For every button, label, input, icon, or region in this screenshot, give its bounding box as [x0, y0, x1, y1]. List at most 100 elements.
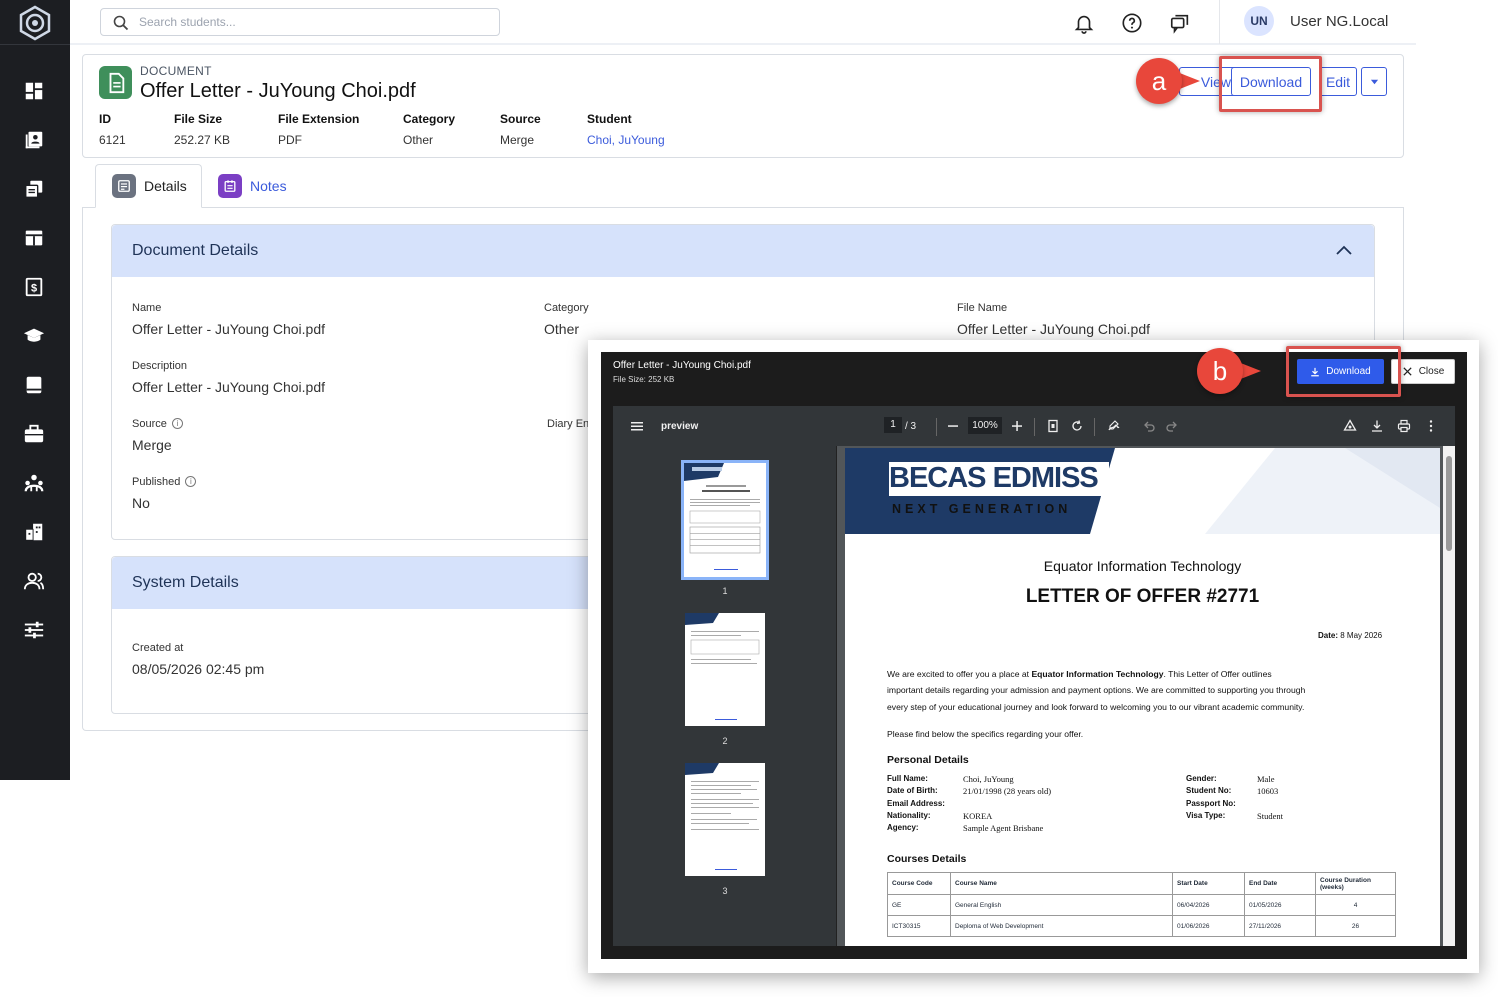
published-value: No	[132, 495, 150, 511]
students-icon[interactable]	[22, 128, 46, 152]
avatar[interactable]: UN	[1244, 6, 1274, 36]
pdf-scrollbar-thumb[interactable]	[1446, 456, 1452, 551]
name-value: Offer Letter - JuYoung Choi.pdf	[132, 321, 326, 337]
building-icon[interactable]	[22, 520, 46, 544]
pdf-toolbar: preview 1 / 3 100%	[613, 406, 1455, 446]
file-name-value: Offer Letter - JuYoung Choi.pdf	[957, 321, 1151, 337]
col-start-date: Start Date	[1172, 872, 1245, 895]
visa-type-label: Visa Type:	[1186, 811, 1226, 820]
nationality-label: Nationality:	[887, 811, 931, 820]
annotate-icon[interactable]	[1107, 419, 1121, 433]
thumbnail-page-2[interactable]	[685, 613, 765, 726]
col-course-name: Course Name	[950, 872, 1173, 895]
download-highlight	[1219, 56, 1322, 112]
layout-icon[interactable]	[22, 226, 46, 250]
more-vert-icon[interactable]	[1424, 419, 1438, 433]
search-icon	[113, 15, 129, 31]
meta-label-source: Source	[500, 112, 541, 126]
menu-icon[interactable]	[630, 419, 644, 433]
fit-page-icon[interactable]	[1046, 419, 1060, 433]
details-icon	[112, 174, 136, 198]
student-link[interactable]: Choi, JuYoung	[587, 133, 665, 147]
cell: 06/04/2026	[1172, 894, 1245, 916]
pdf-main-area: 1 2 3 BECAS EDMISS NEXT GENERATION Equat…	[613, 446, 1455, 946]
para-org: Equator Information Technology	[1031, 669, 1164, 679]
thumbnail-number-3: 3	[722, 886, 728, 896]
dashboard-icon[interactable]	[22, 79, 46, 103]
rotate-icon[interactable]	[1070, 419, 1084, 433]
more-actions-button[interactable]	[1361, 67, 1387, 96]
page-number-input[interactable]: 1	[884, 417, 902, 433]
finance-icon[interactable]: $	[22, 275, 46, 299]
letter-date: Date: 8 May 2026	[1318, 631, 1382, 640]
tab-notes-label: Notes	[250, 178, 287, 194]
undo-icon[interactable]	[1142, 419, 1156, 433]
chevron-up-icon[interactable]	[1334, 241, 1354, 261]
users-icon[interactable]	[22, 569, 46, 593]
search-input[interactable]	[139, 12, 489, 32]
thumbnail-page-3[interactable]	[685, 763, 765, 876]
callout-a: a	[1136, 58, 1200, 104]
svg-text:$: $	[31, 283, 37, 295]
briefcase-icon[interactable]	[22, 422, 46, 446]
description-label: Description	[132, 360, 188, 372]
viewer-frame: Offer Letter - JuYoung Choi.pdf File Siz…	[601, 346, 1467, 959]
organization-name: Equator Information Technology	[1043, 558, 1242, 574]
col-end-date: End Date	[1244, 872, 1316, 895]
chat-icon[interactable]	[1169, 12, 1191, 34]
tab-details[interactable]: Details	[95, 164, 202, 208]
diary-entry-label: Diary En	[547, 418, 590, 430]
document-title: Offer Letter - JuYoung Choi.pdf	[140, 80, 416, 102]
courses-header-row: Course Code Course Name Start Date End D…	[887, 872, 1396, 895]
username[interactable]: User NG.Local	[1290, 13, 1388, 30]
sidebar: $	[0, 0, 70, 780]
viewer-close-label: Close	[1418, 366, 1445, 377]
info-icon[interactable]: i	[171, 418, 183, 429]
col-course-code: Course Code	[887, 872, 951, 895]
thumbnail-sidebar: 1 2 3	[613, 446, 837, 946]
caret-down-icon	[1370, 79, 1378, 85]
meta-label-id: ID	[99, 112, 111, 126]
pdf-viewer-modal: Offer Letter - JuYoung Choi.pdf File Siz…	[588, 340, 1479, 973]
drive-icon[interactable]	[1343, 419, 1357, 433]
created-at-label: Created at	[132, 642, 184, 654]
paragraph-2: Please find below the specifics regardin…	[887, 729, 1084, 739]
agency-label: Agency:	[887, 823, 919, 832]
print-icon[interactable]	[1397, 419, 1411, 433]
cell: 4	[1315, 894, 1396, 916]
thumbnail-page-1[interactable]	[681, 460, 769, 580]
documents-icon[interactable]	[22, 177, 46, 201]
document-details-title: Document Details	[132, 242, 259, 259]
edit-button[interactable]: Edit	[1319, 67, 1357, 96]
document-details-header[interactable]: Document Details	[112, 225, 1374, 277]
zoom-in-icon[interactable]	[1010, 419, 1024, 433]
tab-notes[interactable]: Notes	[218, 164, 287, 208]
cell: 01/05/2026	[1244, 894, 1316, 916]
email-label: Email Address:	[887, 799, 945, 808]
toolbar-divider	[1094, 418, 1095, 436]
search-box[interactable]	[100, 8, 500, 36]
courses-icon[interactable]	[22, 324, 46, 348]
meta-value-id: 6121	[99, 133, 126, 147]
cell: 27/11/2026	[1244, 915, 1316, 937]
download-icon[interactable]	[1370, 419, 1384, 433]
settings-sliders-icon[interactable]	[22, 618, 46, 642]
help-icon[interactable]	[1121, 12, 1143, 34]
network-icon[interactable]	[22, 471, 46, 495]
zoom-input[interactable]: 100%	[968, 417, 1002, 434]
info-icon[interactable]: i	[185, 476, 197, 487]
agency-value: Sample Agent Brisbane	[963, 823, 1044, 833]
gender-value: Male	[1257, 774, 1275, 784]
file-name-label: File Name	[957, 302, 1008, 314]
pdf-scrollbar[interactable]	[1443, 446, 1455, 946]
dob-label: Date of Birth:	[887, 786, 938, 795]
cell: GE	[887, 894, 951, 916]
table-row: GE General English 06/04/2026 01/05/2026…	[887, 894, 1396, 916]
book-icon[interactable]	[22, 373, 46, 397]
thumbnail-number-2: 2	[722, 736, 728, 746]
redo-icon[interactable]	[1165, 419, 1179, 433]
zoom-out-icon[interactable]	[946, 419, 960, 433]
cell: 26	[1315, 915, 1396, 937]
bell-icon[interactable]	[1073, 12, 1095, 34]
logo-icon[interactable]	[17, 5, 53, 41]
